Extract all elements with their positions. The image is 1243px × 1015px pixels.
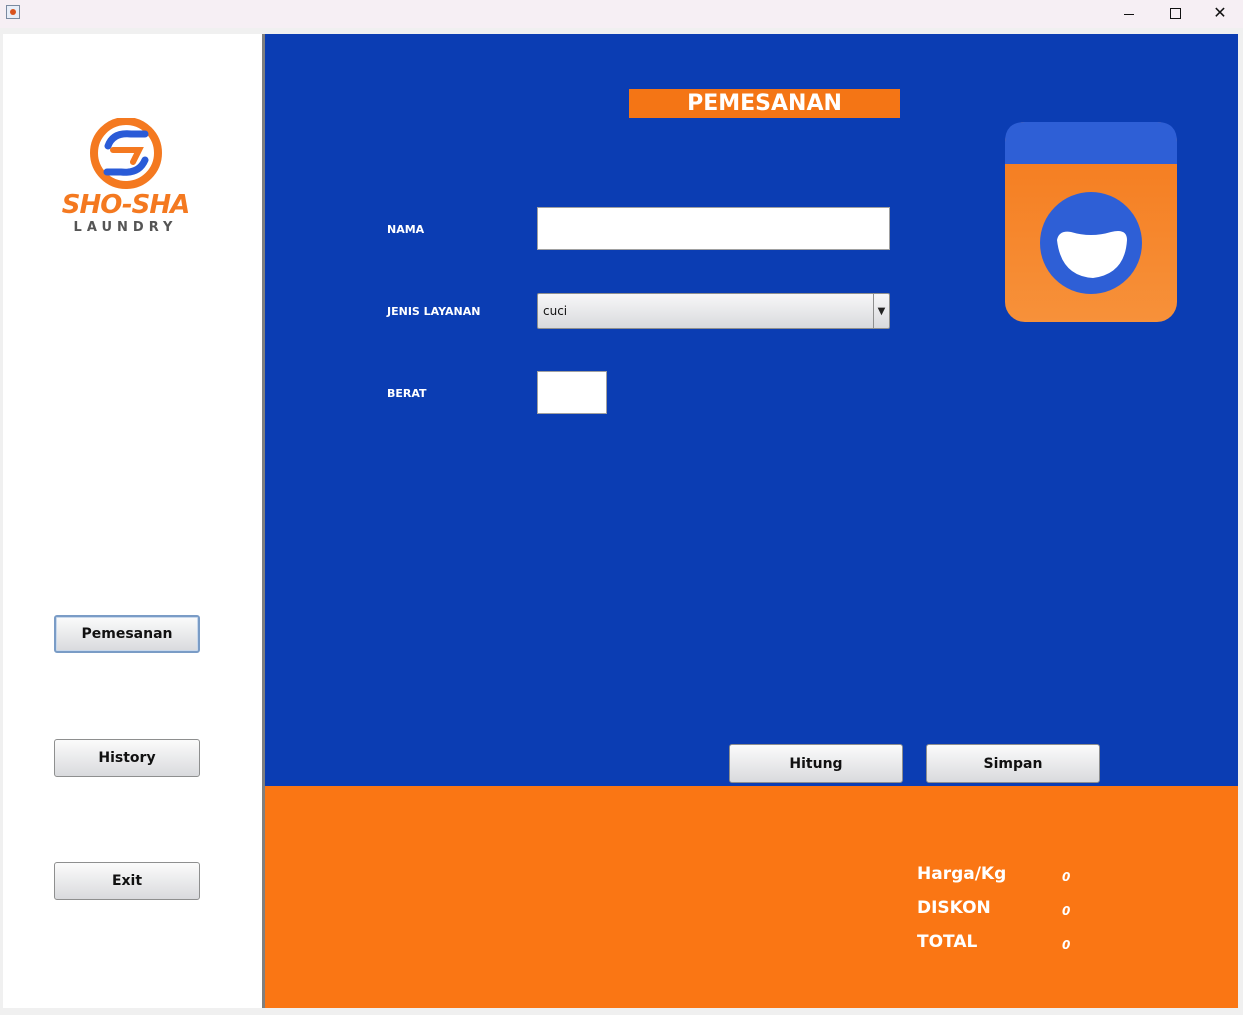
dropdown-arrow-icon[interactable]: ▼ xyxy=(873,294,889,328)
layanan-select[interactable]: cuci ▼ xyxy=(537,293,890,329)
harga-value: 0 xyxy=(1062,870,1071,884)
hitung-button[interactable]: Hitung xyxy=(729,744,903,783)
close-button[interactable]: ✕ xyxy=(1197,0,1243,26)
logo-emblem-icon xyxy=(90,117,162,189)
total-value: 0 xyxy=(1062,938,1071,952)
berat-input[interactable] xyxy=(537,371,607,414)
simpan-button[interactable]: Simpan xyxy=(926,744,1100,783)
diskon-label: DISKON xyxy=(917,898,991,918)
order-form-panel: PEMESANAN NAMA JENIS LAYANAN cuci ▼ BERA… xyxy=(265,34,1238,786)
maximize-button[interactable] xyxy=(1152,0,1198,26)
maximize-icon xyxy=(1169,7,1181,19)
total-label: TOTAL xyxy=(917,932,978,952)
close-icon: ✕ xyxy=(1213,3,1227,22)
logo-tagline: LAUNDRY xyxy=(73,220,178,235)
layanan-label: JENIS LAYANAN xyxy=(387,305,481,318)
layanan-selected-value: cuci xyxy=(543,304,568,318)
minimize-button[interactable] xyxy=(1106,0,1152,26)
harga-label: Harga/Kg xyxy=(917,864,1007,884)
nama-input[interactable] xyxy=(537,207,890,250)
diskon-value: 0 xyxy=(1062,904,1071,918)
berat-label: BERAT xyxy=(387,387,427,400)
sidebar: SHO-SHA LAUNDRY Pemesanan History Exit xyxy=(3,34,262,1008)
title-bar: ✕ xyxy=(0,0,1243,28)
exit-button[interactable]: Exit xyxy=(54,862,200,900)
result-panel: Harga/Kg 0 DISKON 0 TOTAL 0 xyxy=(265,786,1238,1008)
brand-logo: SHO-SHA LAUNDRY xyxy=(53,117,203,238)
logo-name: SHO-SHA xyxy=(61,190,190,220)
washing-machine-icon xyxy=(1005,122,1177,322)
nama-label: NAMA xyxy=(387,223,425,236)
pemesanan-button[interactable]: Pemesanan xyxy=(54,615,200,653)
page-title: PEMESANAN xyxy=(629,89,900,118)
minimize-icon xyxy=(1124,13,1134,15)
history-button[interactable]: History xyxy=(54,739,200,777)
java-cup-icon xyxy=(6,5,20,19)
